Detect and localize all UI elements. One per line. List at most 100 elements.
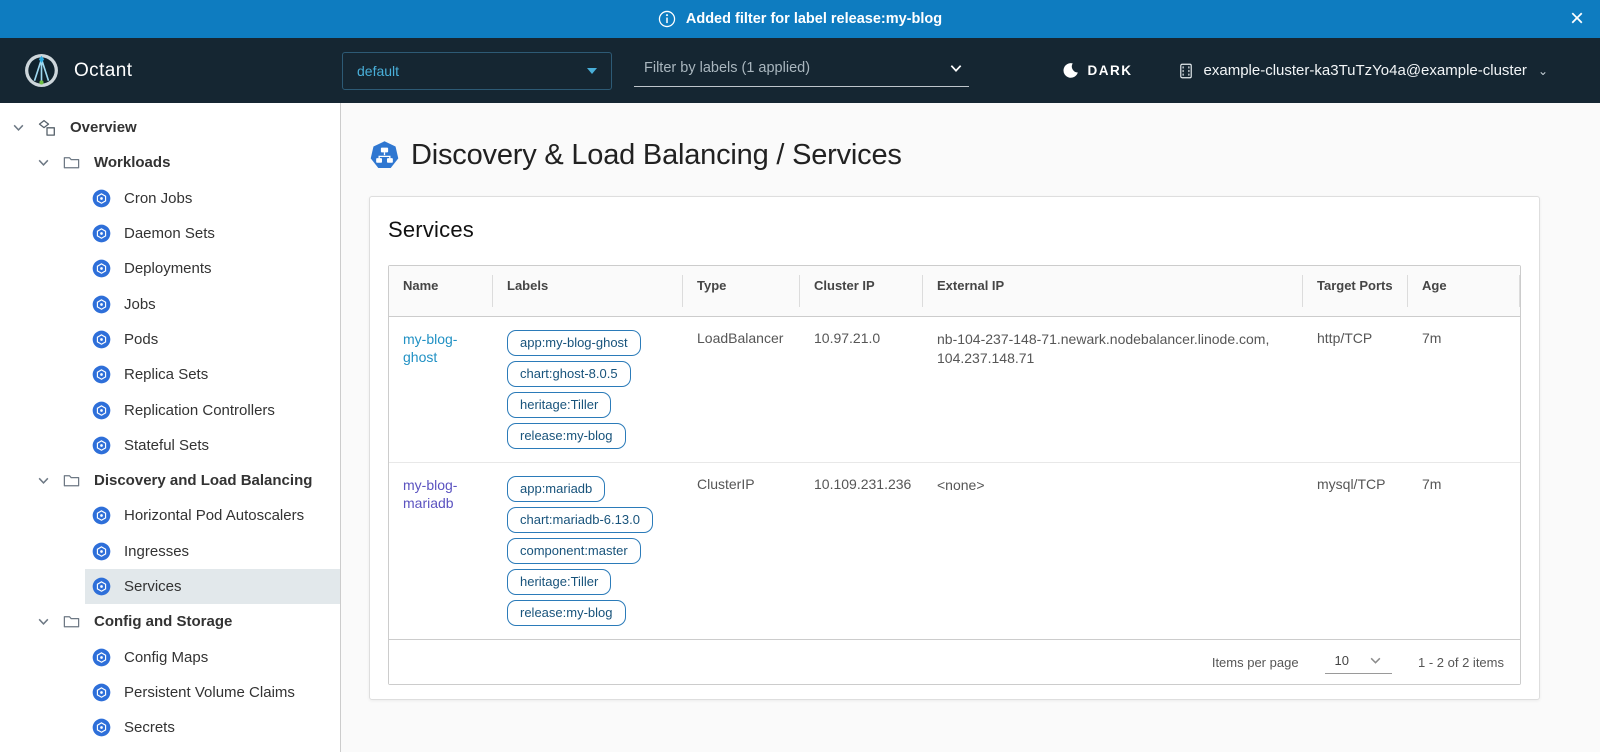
- sidebar-item-config-and-storage[interactable]: Config and Storage: [0, 604, 340, 639]
- label-pill-row: app:mariadb: [507, 476, 669, 502]
- sidebar-item-config-maps[interactable]: Config Maps: [0, 639, 340, 674]
- ingresses-icon: [92, 542, 111, 561]
- column-header-label: Age: [1422, 278, 1447, 293]
- sidebar-item-label: Horizontal Pod Autoscalers: [124, 507, 304, 524]
- close-icon[interactable]: ×: [1570, 7, 1584, 31]
- namespace-value: default: [357, 63, 399, 79]
- sidebar-item-stateful-sets[interactable]: Stateful Sets: [0, 428, 340, 463]
- column-header-type: Type: [683, 266, 800, 317]
- brand: Octant: [0, 53, 342, 88]
- moon-icon: [1062, 62, 1079, 79]
- sidebar-item-label: Secrets: [124, 719, 175, 736]
- info-icon: [658, 10, 676, 28]
- sidebar-item-replica-sets[interactable]: Replica Sets: [0, 357, 340, 392]
- cron-jobs-icon: [92, 189, 111, 208]
- sidebar-item-label: Pods: [124, 331, 158, 348]
- cell-age: 7m: [1408, 317, 1520, 463]
- services-heptagon-icon: [369, 140, 400, 171]
- sidebar-item-replication-controllers[interactable]: Replication Controllers: [0, 392, 340, 427]
- sidebar-item-discovery-and-load-balancing[interactable]: Discovery and Load Balancing: [0, 463, 340, 498]
- label-pill[interactable]: chart:ghost-8.0.5: [507, 361, 631, 387]
- replica-sets-icon: [92, 365, 111, 384]
- sidebar-item-daemon-sets[interactable]: Daemon Sets: [0, 216, 340, 251]
- chevron-down-icon: [37, 474, 50, 487]
- page-title: Discovery & Load Balancing / Services: [411, 139, 902, 172]
- sidebar-item-workloads[interactable]: Workloads: [0, 145, 340, 180]
- card-title: Services: [388, 217, 1521, 243]
- page-size-select[interactable]: 10: [1325, 650, 1392, 674]
- sidebar-item-jobs[interactable]: Jobs: [0, 286, 340, 321]
- persistent-volume-claims-icon: [92, 683, 111, 702]
- sidebar-item-label: Ingresses: [124, 543, 189, 560]
- daemon-sets-icon: [92, 224, 111, 243]
- app-title: Octant: [74, 60, 132, 82]
- replication-controllers-icon: [92, 401, 111, 420]
- sidebar-item-overview[interactable]: Overview: [0, 110, 340, 145]
- chevron-down-icon: [37, 156, 50, 169]
- sidebar-item-deployments[interactable]: Deployments: [0, 251, 340, 286]
- sidebar-item-ingresses[interactable]: Ingresses: [0, 534, 340, 569]
- label-pill[interactable]: component:master: [507, 538, 641, 564]
- stateful-sets-icon: [92, 436, 111, 455]
- label-pill[interactable]: release:my-blog: [507, 423, 626, 449]
- datagrid-footer: Items per page 10 1 - 2 of 2 items: [389, 639, 1520, 684]
- column-header-age: Age: [1408, 266, 1520, 317]
- sidebar-item-horizontal-pod-autoscalers[interactable]: Horizontal Pod Autoscalers: [0, 498, 340, 533]
- column-header-external-ip: External IP: [923, 266, 1303, 317]
- label-pill[interactable]: app:mariadb: [507, 476, 605, 502]
- cell-target-ports: mysql/TCP: [1303, 463, 1408, 640]
- secrets-icon: [92, 718, 111, 737]
- label-filter-text: Filter by labels (1 applied): [644, 60, 810, 76]
- label-pill[interactable]: app:my-blog-ghost: [507, 330, 641, 356]
- cell-cluster-ip: 10.109.231.236: [800, 463, 923, 640]
- cluster-selector[interactable]: example-cluster-ka3TuTzYo4a@example-clus…: [1177, 62, 1600, 80]
- theme-toggle-label: DARK: [1088, 63, 1133, 78]
- cell-name: my-blog-ghost: [389, 317, 493, 463]
- items-per-page-label: Items per page: [1212, 655, 1299, 670]
- cluster-value: example-cluster-ka3TuTzYo4a@example-clus…: [1204, 62, 1527, 79]
- service-name-link[interactable]: my-blog-mariadb: [403, 477, 457, 511]
- folder-icon: [62, 612, 81, 631]
- services-datagrid: NameLabelsTypeCluster IPExternal IPTarge…: [388, 265, 1521, 685]
- services-table: NameLabelsTypeCluster IPExternal IPTarge…: [389, 266, 1520, 639]
- column-header-label: Cluster IP: [814, 278, 875, 293]
- sidebar-item-label: Daemon Sets: [124, 225, 215, 242]
- sidebar-item-cron-jobs[interactable]: Cron Jobs: [0, 181, 340, 216]
- table-row: my-blog-ghost app:my-blog-ghost chart:ghos…: [389, 317, 1520, 463]
- sidebar-item-label: Workloads: [94, 154, 170, 171]
- service-name-link[interactable]: my-blog-ghost: [403, 331, 457, 365]
- chevron-down-icon: [1369, 654, 1382, 667]
- cell-external-ip: <none>: [923, 463, 1303, 640]
- label-pill-row: app:my-blog-ghost: [507, 330, 669, 356]
- sidebar-item-label: Replication Controllers: [124, 402, 275, 419]
- label-pill[interactable]: heritage:Tiller: [507, 569, 611, 595]
- jobs-icon: [92, 295, 111, 314]
- dropdown-arrow-icon: [587, 68, 597, 74]
- cell-type: LoadBalancer: [683, 317, 800, 463]
- sidebar-item-secrets[interactable]: Secrets: [0, 710, 340, 745]
- sidebar-item-label: Persistent Volume Claims: [124, 684, 295, 701]
- chevron-down-icon: [12, 121, 25, 134]
- sidebar-item-services[interactable]: Services: [0, 569, 340, 604]
- sidebar-item-pods[interactable]: Pods: [0, 322, 340, 357]
- column-header-label: Labels: [507, 278, 548, 293]
- cell-labels: app:my-blog-ghost chart:ghost-8.0.5 herita…: [493, 317, 683, 463]
- label-pill[interactable]: release:my-blog: [507, 600, 626, 626]
- chevron-down-icon: [949, 61, 963, 75]
- theme-toggle-button[interactable]: DARK: [1062, 62, 1133, 79]
- sidebar-item-persistent-volume-claims[interactable]: Persistent Volume Claims: [0, 675, 340, 710]
- cell-external-ip: nb-104-237-148-71.newark.nodebalancer.li…: [923, 317, 1303, 463]
- table-row: my-blog-mariadb app:mariadb chart:mariadb-…: [389, 463, 1520, 640]
- label-filter-dropdown[interactable]: Filter by labels (1 applied): [634, 54, 969, 87]
- namespace-select[interactable]: default: [342, 52, 612, 90]
- pagination-range: 1 - 2 of 2 items: [1418, 655, 1504, 670]
- sidebar-item-label: Cron Jobs: [124, 190, 192, 207]
- page-size-value: 10: [1335, 653, 1349, 668]
- label-pill[interactable]: heritage:Tiller: [507, 392, 611, 418]
- label-pill-row: chart:mariadb-6.13.0: [507, 507, 669, 533]
- sidebar-item-label: Replica Sets: [124, 366, 208, 383]
- sidebar-item-label: Services: [124, 578, 182, 595]
- label-pill[interactable]: chart:mariadb-6.13.0: [507, 507, 653, 533]
- label-pill-row: chart:ghost-8.0.5: [507, 361, 669, 387]
- label-pill-row: release:my-blog: [507, 423, 669, 449]
